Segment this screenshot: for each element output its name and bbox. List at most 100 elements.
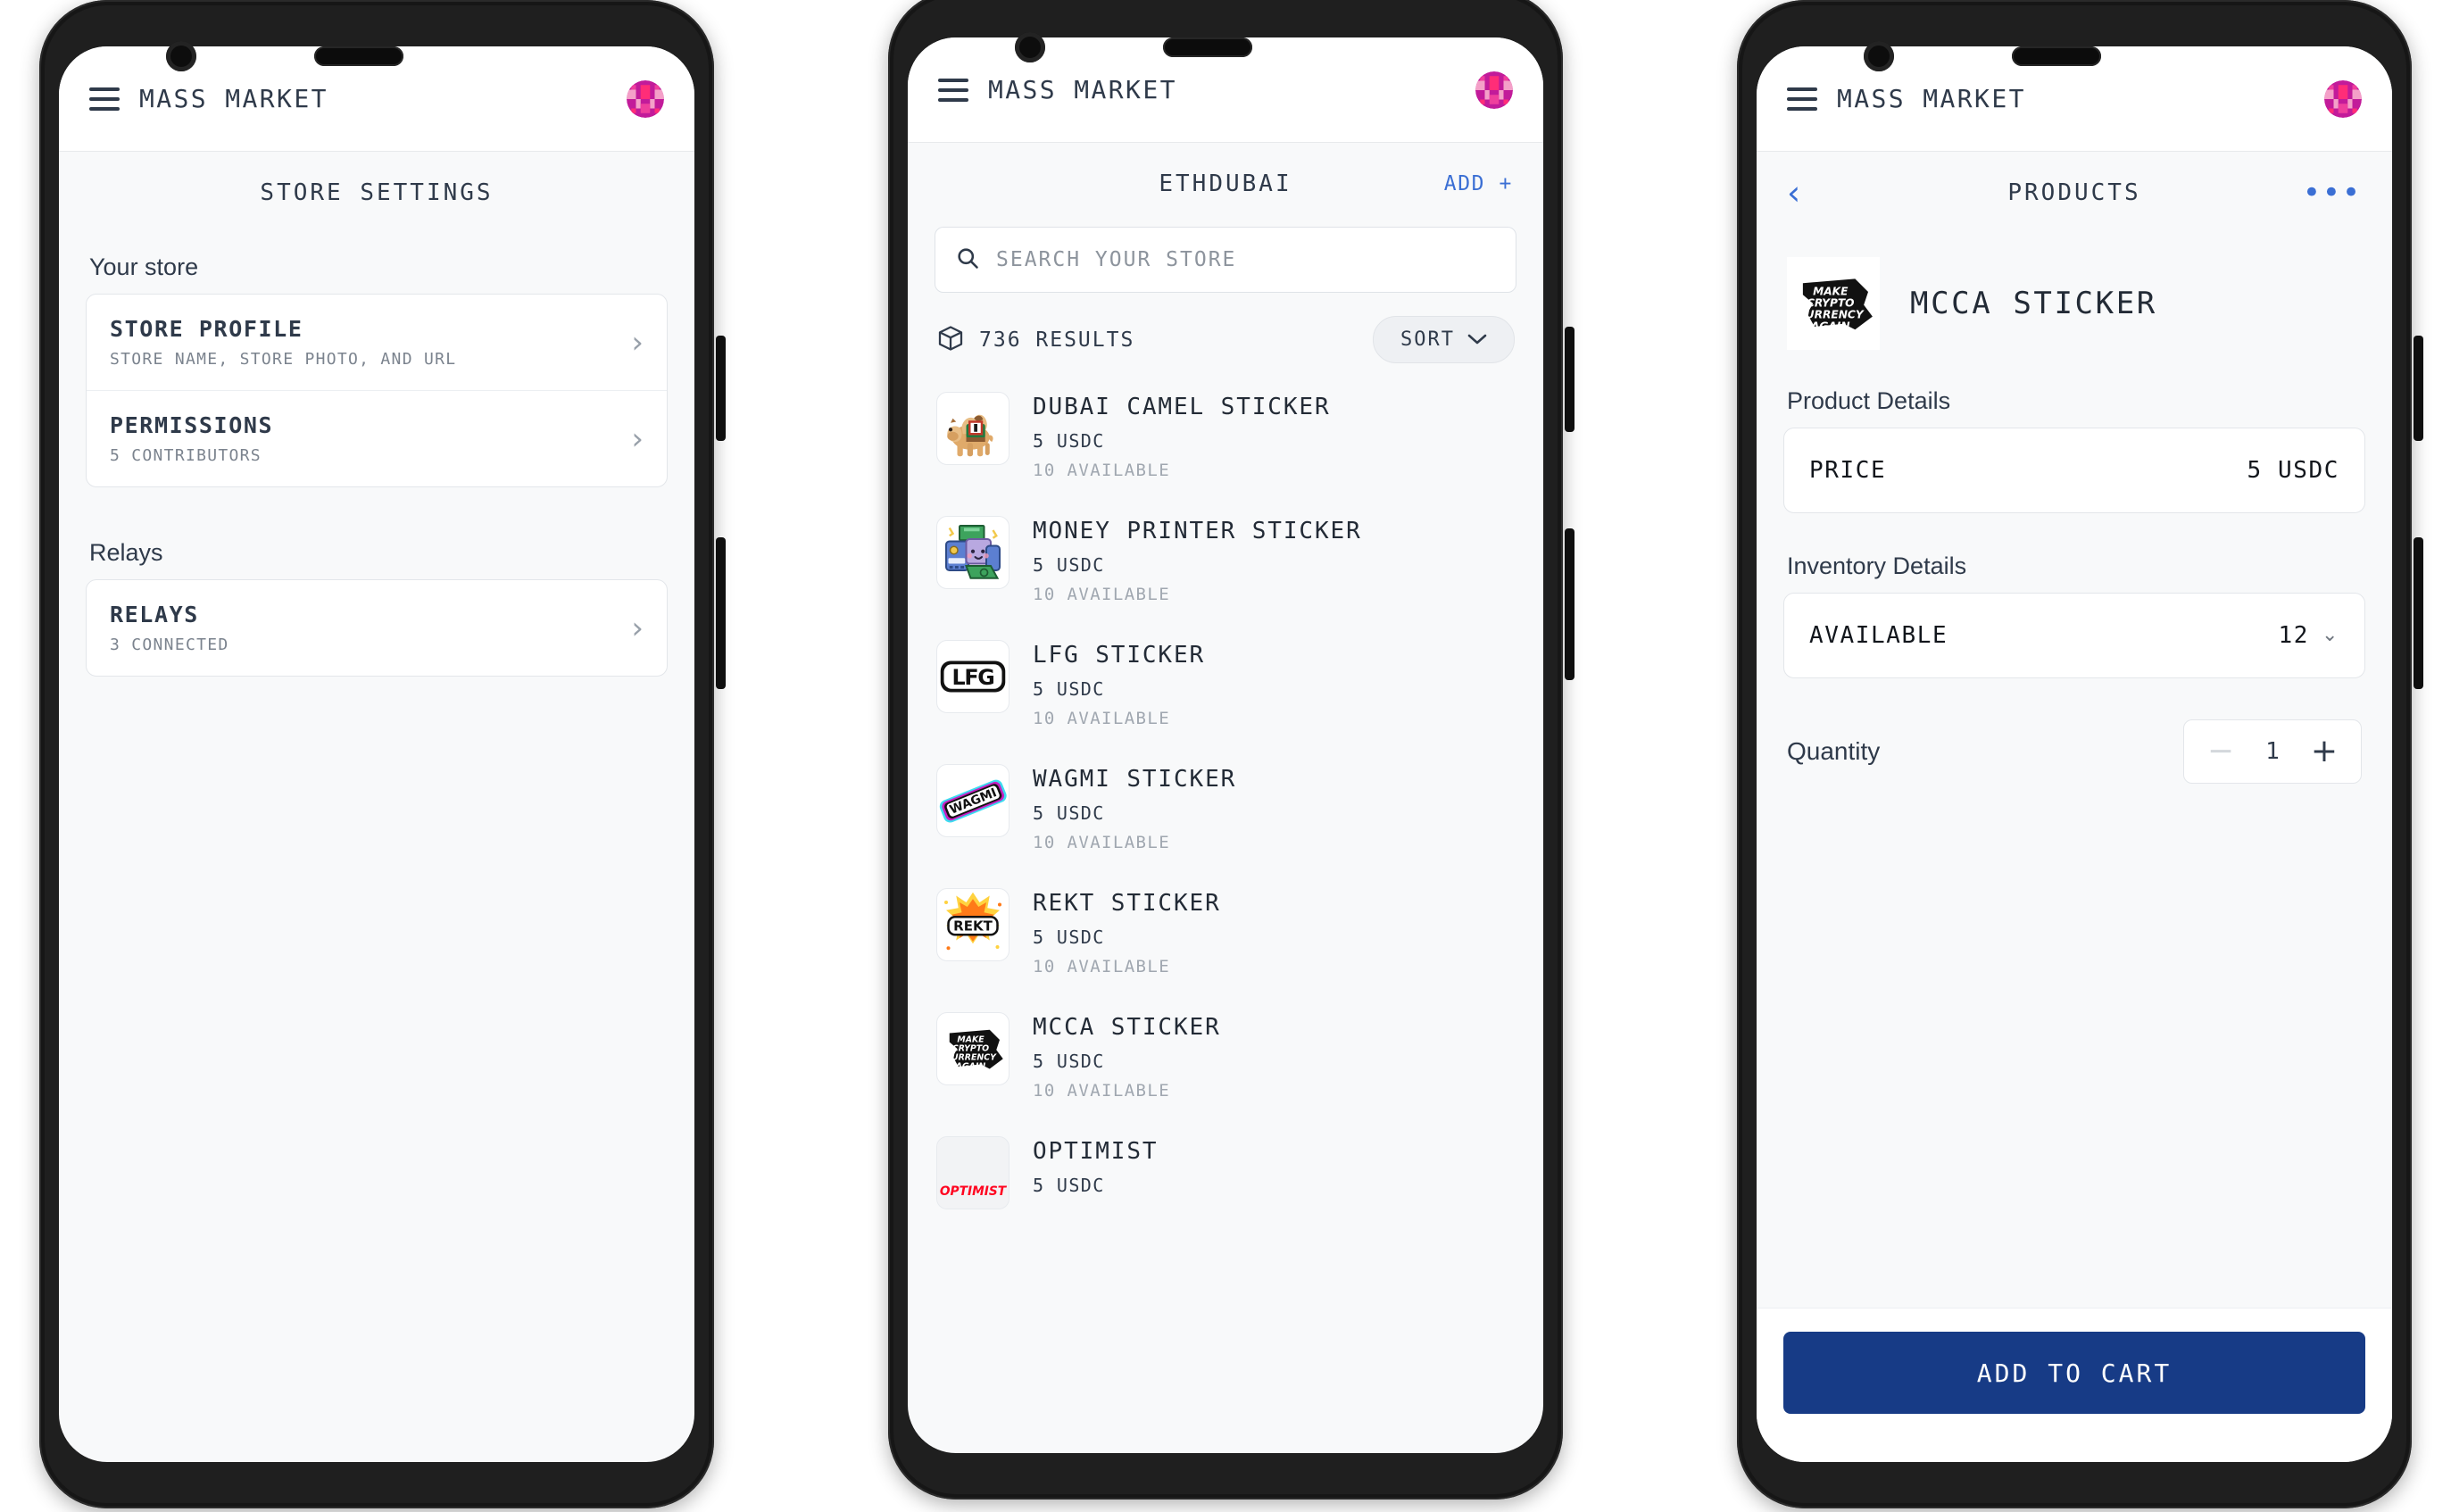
chevron-down-icon [1467,328,1487,351]
power-button[interactable] [716,537,726,689]
row-title: PERMISSIONS [110,412,274,438]
speaker-grille [2012,46,2101,66]
product-thumbnail [936,392,1009,465]
sort-label: SORT [1400,328,1455,351]
add-to-cart-button[interactable]: ADD TO CART [1783,1332,2365,1414]
blockie-avatar[interactable] [627,79,664,118]
section-label-your-store: Your store [89,253,199,280]
product-name: OPTIMIST [1033,1138,1159,1165]
svg-text:OPTIMIST: OPTIMIST [940,1184,1008,1199]
mcca-sticker: MAKE CRYPTO CURRENCY AGAIN [1787,257,1880,350]
screen-store-settings: MASS MARKET STORE SETTINGS Your store ST… [59,46,694,1462]
product-name: MONEY PRINTER STICKER [1033,518,1362,544]
list-item[interactable]: OPTIMIST OPTIMIST 5 USDC [935,1124,1516,1233]
list-item[interactable]: DUBAI CAMEL STICKER 5 USDC 10 AVAILABLE [935,379,1516,503]
volume-button[interactable] [2414,336,2423,441]
available-value: 12 [2278,622,2309,649]
product-price: 5 USDC [1033,802,1105,824]
blockie-avatar[interactable] [2324,79,2362,118]
page-title-bar: ETHDUBAI ADD + [908,143,1543,225]
quantity-value: 1 [2265,738,2280,765]
sidebar-item-relays[interactable]: RELAYS 3 CONNECTED › [87,580,667,676]
blockie-avatar[interactable] [1475,71,1513,109]
add-product-button[interactable]: ADD + [1444,172,1513,195]
product-detail-content: MAKE CRYPTO CURRENCY AGAIN MCCA STICKER … [1757,234,2392,784]
chevron-right-icon: › [631,610,644,646]
available-value-group[interactable]: 12 ⌄ [2278,622,2339,649]
three-phone-mockup: MASS MARKET STORE SETTINGS Your store ST… [0,0,2451,1512]
results-count: 736 RESULTS [979,328,1135,352]
product-price: 5 USDC [1033,678,1105,700]
sort-button[interactable]: SORT [1373,316,1515,363]
product-info: MCCA STICKER 5 USDC 10 AVAILABLE [1033,1012,1221,1101]
svg-text:CURRENCY: CURRENCY [1798,308,1865,320]
product-info: REKT STICKER 5 USDC 10 AVAILABLE [1033,888,1221,976]
volume-button[interactable] [716,336,726,441]
card-your-store: STORE PROFILE STORE NAME, STORE PHOTO, A… [86,294,668,487]
camera-icon [166,41,196,71]
price-row: PRICE 5 USDC [1783,428,2365,513]
brand-title: MASS MARKET [139,84,328,113]
search-input[interactable]: SEARCH YOUR STORE [996,248,1236,271]
product-price: 5 USDC [1033,926,1105,948]
ellipsis-icon[interactable]: ••• [2303,178,2362,208]
brand-title: MASS MARKET [1837,84,2026,113]
product-price: 5 USDC [1033,430,1105,452]
available-row[interactable]: AVAILABLE 12 ⌄ [1783,593,2365,678]
box-icon [936,324,965,356]
camera-icon [1864,41,1894,71]
product-availability: 10 AVAILABLE [1033,957,1171,976]
product-price: 5 USDC [1033,554,1105,576]
row-subtitle: 3 CONNECTED [110,636,229,654]
volume-button[interactable] [1565,327,1574,432]
list-item[interactable]: WAGMI WAGMI STICKER 5 USDC 10 AVAILABLE [935,752,1516,876]
row-title: RELAYS [110,602,199,627]
product-info: WAGMI STICKER 5 USDC 10 AVAILABLE [1033,764,1236,852]
product-title: MCCA STICKER [1910,286,2157,321]
product-name: WAGMI STICKER [1033,766,1237,793]
quantity-label: Quantity [1787,737,1881,765]
camera-icon [1015,32,1045,62]
page-title: STORE SETTINGS [260,179,494,206]
svg-text:LFG: LFG [951,665,993,690]
hamburger-icon[interactable] [1787,87,1817,111]
decrement-button[interactable]: − [2193,720,2248,783]
sidebar-item-permissions[interactable]: PERMISSIONS 5 CONTRIBUTORS › [87,390,667,486]
search-bar[interactable]: SEARCH YOUR STORE [935,227,1516,293]
svg-text:REKT: REKT [953,918,993,934]
product-name: MCCA STICKER [1033,1014,1221,1041]
product-availability: 10 AVAILABLE [1033,833,1171,852]
price-value: 5 USDC [2247,457,2339,484]
chevron-left-icon[interactable]: ‹ [1787,176,1800,210]
available-label: AVAILABLE [1809,622,1948,649]
list-item[interactable]: MAKE CRYPTO CURRENCY AGAIN MCCA STICKER … [935,1000,1516,1124]
section-label-product-details: Product Details [1787,387,1951,414]
hamburger-icon[interactable] [89,87,120,111]
brand-title: MASS MARKET [988,75,1177,104]
list-item[interactable]: LFG LFG STICKER 5 USDC 10 AVAILABLE [935,627,1516,752]
product-image: MAKE CRYPTO CURRENCY AGAIN [1787,257,1880,350]
card-relays: RELAYS 3 CONNECTED › [86,579,668,677]
camel-sticker [947,414,993,457]
product-info: LFG STICKER 5 USDC 10 AVAILABLE [1033,640,1205,728]
chevron-down-icon[interactable]: ⌄ [2322,626,2339,645]
screen-product-detail: MASS MARKET ‹ PRODUCTS ••• MAKE CRYPTO C… [1757,46,2392,1462]
increment-button[interactable]: + [2297,720,2352,783]
power-button[interactable] [1565,528,1574,680]
page-title-bar: STORE SETTINGS [59,152,694,234]
page-title-bar: ‹ PRODUCTS ••• [1757,152,2392,234]
hamburger-icon[interactable] [938,78,968,102]
list-item[interactable]: REKT REKT STICKER 5 USDC 10 AVAILABLE [935,876,1516,1000]
power-button[interactable] [2414,537,2423,689]
product-header: MAKE CRYPTO CURRENCY AGAIN MCCA STICKER [1783,234,2365,361]
product-thumbnail: OPTIMIST [936,1136,1009,1209]
phone-store-settings: MASS MARKET STORE SETTINGS Your store ST… [20,0,734,1512]
phone-product-list: MASS MARKET ETHDUBAI ADD + SEARCH YOUR S… [868,0,1583,1512]
quantity-stepper[interactable]: − 1 + [2183,719,2362,784]
svg-text:AGAIN: AGAIN [1810,320,1850,332]
product-price: 5 USDC [1033,1051,1105,1072]
results-bar: 736 RESULTS SORT [936,316,1515,363]
sidebar-item-store-profile[interactable]: STORE PROFILE STORE NAME, STORE PHOTO, A… [87,295,667,390]
list-item[interactable]: MONEY PRINTER STICKER 5 USDC 10 AVAILABL… [935,503,1516,627]
screen-product-list: MASS MARKET ETHDUBAI ADD + SEARCH YOUR S… [908,37,1543,1453]
